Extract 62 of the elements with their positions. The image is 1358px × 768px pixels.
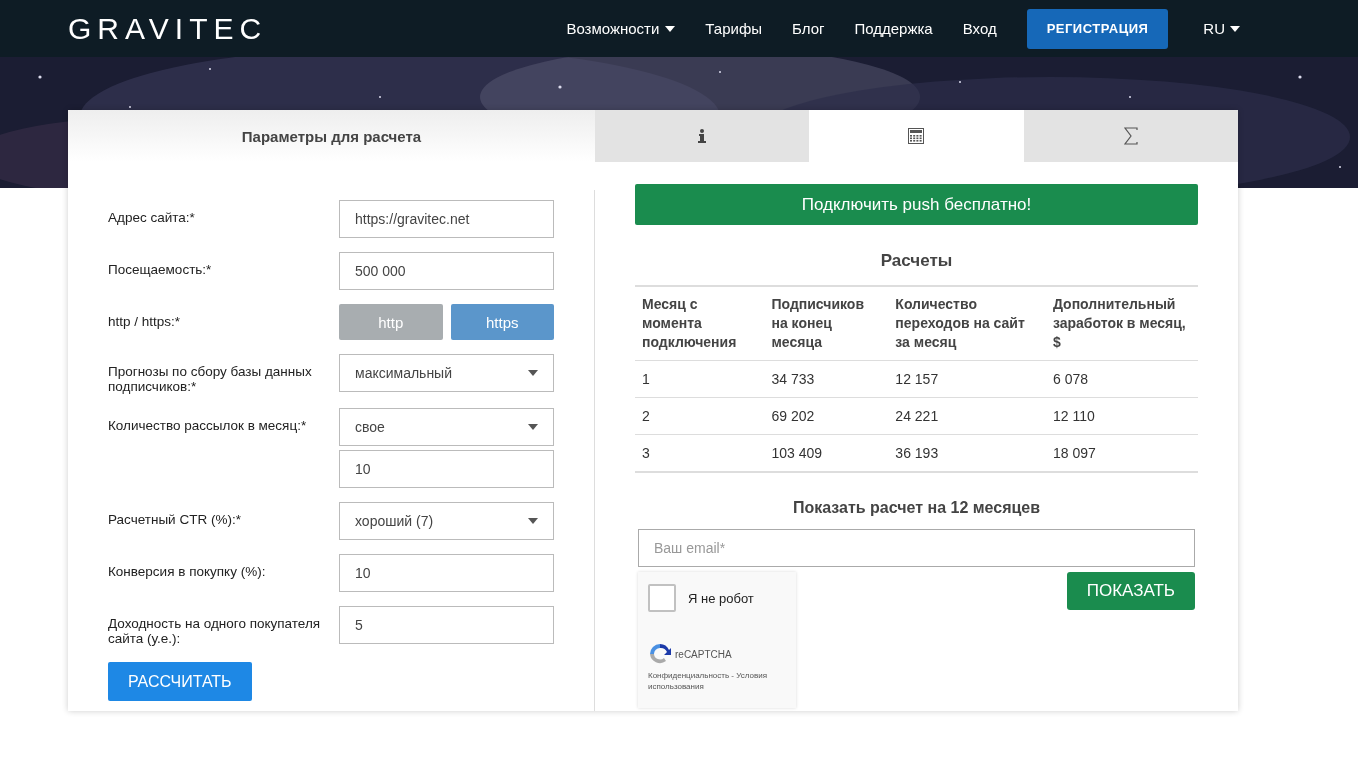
calculate-button[interactable]: РАССЧИТАТЬ xyxy=(108,662,252,701)
input-field[interactable]: 10 xyxy=(339,554,554,592)
email-field[interactable]: Ваш email* xyxy=(638,529,1195,567)
captcha-checkbox[interactable] xyxy=(648,584,676,612)
language-selector[interactable]: RU xyxy=(1203,20,1240,37)
tab[interactable] xyxy=(1023,110,1238,162)
calculator-icon xyxy=(908,128,925,144)
table-cell: 6 078 xyxy=(1045,360,1198,398)
nav-link[interactable]: Блог xyxy=(792,20,825,37)
table-cell: 3 xyxy=(635,434,765,472)
input-field[interactable]: 5 xyxy=(339,606,554,644)
table-cell: 24 221 xyxy=(888,397,1046,435)
field-label: Посещаемость:* xyxy=(108,261,213,279)
captcha-links[interactable]: Конфиденциальность - Условия использования xyxy=(648,670,786,692)
table-cell: 1 xyxy=(635,360,765,398)
nav-link[interactable]: Возможности xyxy=(566,20,676,37)
input-field[interactable]: 10 xyxy=(339,450,554,488)
nav-link[interactable]: Тарифы xyxy=(705,20,763,37)
column-header: Подписчиков на конец месяца xyxy=(764,286,889,361)
column-header: Количество переходов на сайт за месяц xyxy=(888,286,1046,361)
captcha-label: Я не робот xyxy=(688,590,754,606)
field-label: Прогнозы по сбору базы данных подписчиков:* xyxy=(108,363,313,394)
table-cell: 103 409 xyxy=(764,434,889,472)
column-header: Месяц с момента подключения xyxy=(635,286,765,361)
caret-icon xyxy=(665,25,676,32)
column-header: Дополнительный заработок в месяц, $ xyxy=(1045,286,1198,361)
input-field[interactable]: https://gravitec.net xyxy=(339,200,554,238)
table-cell: 34 733 xyxy=(764,360,889,398)
recaptcha-icon xyxy=(648,642,672,666)
panel-title: Параметры для расчета xyxy=(68,110,595,162)
register-button[interactable]: РЕГИСТРАЦИЯ xyxy=(1026,8,1169,49)
caret-icon xyxy=(528,518,538,524)
field-label: Доходность на одного покупателя сайта (у.е.): xyxy=(108,615,322,646)
tab[interactable] xyxy=(595,110,810,162)
select-field[interactable]: максимальный xyxy=(339,354,554,392)
table-cell: 18 097 xyxy=(1045,434,1198,472)
captcha-brand: reCAPTCHA xyxy=(675,648,732,660)
field-label: Конверсия в покупку (%): xyxy=(108,563,267,581)
section-title: Показать расчет на 12 месяцев xyxy=(791,499,1042,517)
nav-link[interactable]: Поддержка xyxy=(854,20,933,37)
table-cell: 69 202 xyxy=(764,397,889,435)
table-cell: 36 193 xyxy=(888,434,1046,472)
field-label: http / https:* xyxy=(108,313,182,331)
select-field[interactable]: хороший (7) xyxy=(339,502,554,540)
results-title: Расчеты xyxy=(879,251,954,271)
logo[interactable]: GRAVITEC xyxy=(68,11,268,46)
info-icon xyxy=(698,129,707,143)
table-cell: 12 157 xyxy=(888,360,1046,398)
table-cell: 12 110 xyxy=(1045,397,1198,435)
connect-button[interactable]: Подключить push бесплатно! xyxy=(635,184,1198,225)
field-label: Адрес сайта:* xyxy=(108,209,196,227)
input-field[interactable]: 500 000 xyxy=(339,252,554,290)
table-cell: 2 xyxy=(635,397,765,435)
caret-icon xyxy=(528,370,538,376)
sum-icon xyxy=(1123,127,1138,145)
show-button[interactable]: ПОКАЗАТЬ xyxy=(1066,572,1195,610)
caret-icon xyxy=(1230,25,1240,32)
field-label: Количество рассылок в месяц:* xyxy=(108,417,308,435)
field-label: Расчетный CTR (%):* xyxy=(108,511,242,529)
nav-link[interactable]: Вход xyxy=(962,20,997,37)
select-field[interactable]: свое xyxy=(339,408,554,446)
caret-icon xyxy=(528,424,538,430)
